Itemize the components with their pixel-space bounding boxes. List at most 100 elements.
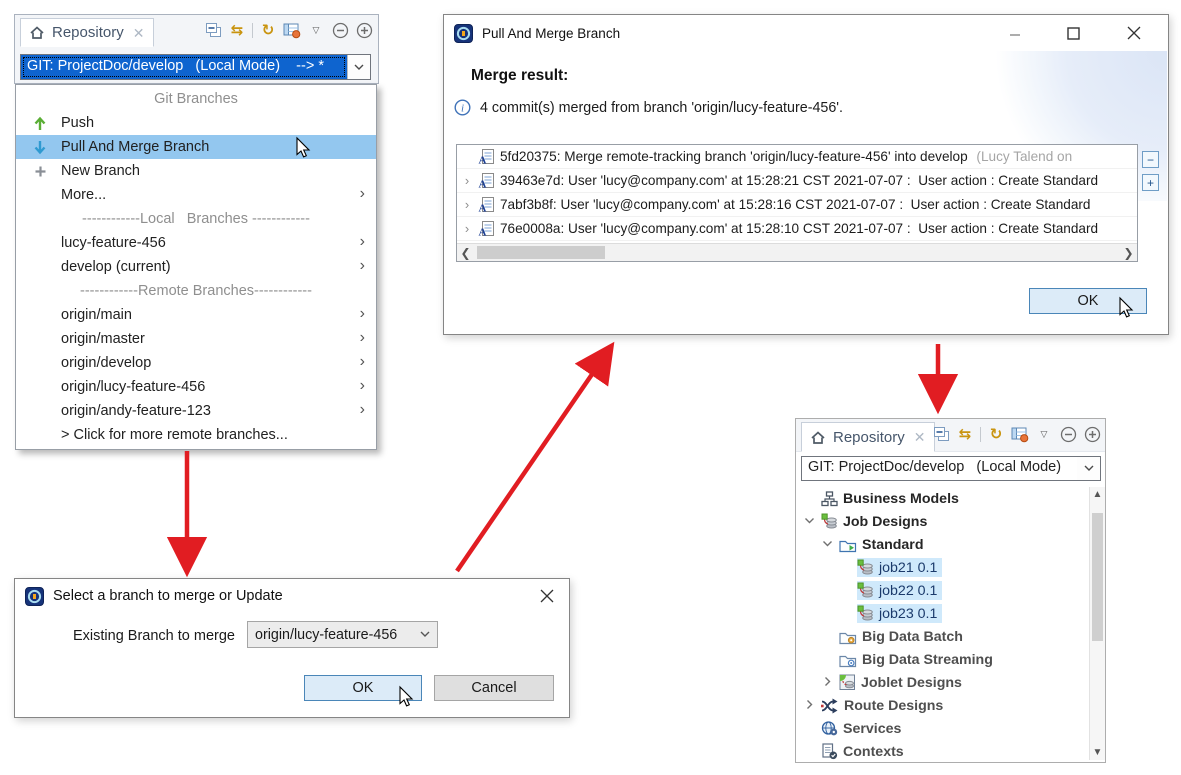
maximize-window-icon[interactable] bbox=[1065, 25, 1081, 41]
tree-item[interactable]: Big Data Batch bbox=[797, 625, 1088, 648]
tree-item[interactable]: Job Designs bbox=[797, 510, 1088, 533]
collapse-all-icon[interactable] bbox=[204, 21, 222, 39]
menu-item[interactable]: lucy-feature-456 › bbox=[16, 231, 376, 255]
menu-item[interactable]: origin/andy-feature-123 › bbox=[16, 399, 376, 423]
expand-chevron-icon[interactable]: › bbox=[461, 197, 473, 212]
tab-label: Repository bbox=[833, 428, 905, 446]
project-branch-combobox[interactable]: GIT: ProjectDoc/develop (Local Mode) -->… bbox=[20, 54, 371, 80]
select-branch-dialog: Select a branch to merge or Update Exist… bbox=[14, 578, 570, 718]
menu-item[interactable]: develop (current) › bbox=[16, 255, 376, 279]
tree-item[interactable]: Route Designs bbox=[797, 694, 1088, 717]
menu-item[interactable]: New Branch bbox=[16, 159, 376, 183]
switch-branch-icon[interactable]: ⇆ bbox=[956, 425, 974, 443]
refresh-icon[interactable]: ↻ bbox=[987, 425, 1005, 443]
tree-item[interactable]: Standard bbox=[797, 533, 1088, 556]
services-icon bbox=[821, 720, 838, 737]
tab-close-icon[interactable]: ✕ bbox=[914, 430, 926, 444]
submenu-chevron-icon: › bbox=[359, 401, 365, 418]
expand-chevron-icon[interactable]: › bbox=[461, 221, 473, 236]
tree-item[interactable]: Big Data Streaming bbox=[797, 648, 1088, 671]
commit-text: 7abf3b8f: User 'lucy@company.com' at 15:… bbox=[500, 197, 1091, 212]
expand-all-button[interactable]: + bbox=[1142, 174, 1159, 191]
menu-item[interactable]: origin/develop › bbox=[16, 351, 376, 375]
merge-info-row: i 4 commit(s) merged from branch 'origin… bbox=[454, 99, 843, 116]
project-branch-combobox[interactable]: GIT: ProjectDoc/develop (Local Mode) bbox=[801, 456, 1101, 481]
menu-item[interactable]: origin/master › bbox=[16, 327, 376, 351]
commit-text: 76e0008a: User 'lucy@company.com' at 15:… bbox=[500, 221, 1099, 236]
tree-item[interactable]: Joblet Designs bbox=[797, 671, 1088, 694]
commit-row[interactable]: A 5fd20375: Merge remote-tracking branch … bbox=[457, 145, 1137, 169]
scrollbar-track[interactable] bbox=[474, 244, 1120, 261]
tree-item-label: job23 0.1 bbox=[879, 605, 938, 622]
collapse-all-icon[interactable] bbox=[932, 425, 950, 443]
menu-item[interactable]: Pull And Merge Branch bbox=[16, 135, 376, 159]
tree-item-content: Big Data Streaming bbox=[839, 651, 998, 669]
chevron-down-icon[interactable] bbox=[347, 55, 370, 79]
tree-item[interactable]: job22 0.1 bbox=[797, 579, 1088, 602]
expand-chevron-icon[interactable] bbox=[821, 675, 834, 688]
submenu-chevron-icon: › bbox=[359, 329, 365, 346]
existing-branch-combobox[interactable]: origin/lucy-feature-456 bbox=[247, 621, 438, 648]
view-menu-icon[interactable]: ▽ bbox=[1035, 425, 1053, 443]
maximize-view-icon[interactable] bbox=[355, 21, 373, 39]
commit-doc-icon: A bbox=[478, 220, 495, 237]
horizontal-scrollbar[interactable]: ❮ ❯ bbox=[457, 243, 1137, 261]
scroll-right-icon[interactable]: ❯ bbox=[1120, 244, 1137, 261]
close-window-icon[interactable] bbox=[1126, 25, 1142, 41]
refresh-icon[interactable]: ↻ bbox=[259, 21, 277, 39]
menu-item[interactable]: More... › bbox=[16, 183, 376, 207]
folder-run-icon bbox=[839, 537, 857, 553]
view-toolbar: ⇆ ↻ ▽ bbox=[204, 21, 373, 39]
commit-row[interactable]: › A 76e0008a: User 'lucy@company.com' at 1… bbox=[457, 217, 1137, 241]
tree-item-content: job23 0.1 bbox=[857, 604, 943, 623]
tab-repository[interactable]: Repository ✕ bbox=[801, 422, 936, 452]
minimize-view-icon[interactable] bbox=[1059, 425, 1077, 443]
scrollbar-thumb[interactable] bbox=[477, 246, 605, 259]
home-icon bbox=[810, 430, 826, 445]
talend-app-icon bbox=[25, 586, 44, 606]
view-menu-icon[interactable]: ▽ bbox=[307, 21, 325, 39]
commit-row[interactable]: › A 7abf3b8f: User 'lucy@company.com' at 1… bbox=[457, 193, 1137, 217]
cancel-button[interactable]: Cancel bbox=[434, 675, 554, 701]
tree-item[interactable]: job21 0.1 bbox=[797, 556, 1088, 579]
tab-repository[interactable]: Repository ✕ bbox=[20, 18, 155, 47]
project-settings-icon[interactable] bbox=[283, 21, 301, 39]
vertical-scrollbar[interactable]: ▲ ▼ bbox=[1089, 487, 1105, 760]
menu-item-label: develop (current) bbox=[61, 259, 171, 275]
menu-item[interactable]: Push bbox=[16, 111, 376, 135]
project-settings-icon[interactable] bbox=[1011, 425, 1029, 443]
job-icon bbox=[857, 605, 874, 622]
minimize-window-icon[interactable] bbox=[1007, 25, 1023, 41]
ok-button[interactable]: OK bbox=[1029, 288, 1147, 314]
switch-branch-icon[interactable]: ⇆ bbox=[228, 21, 246, 39]
dialog-titlebar[interactable]: Select a branch to merge or Update bbox=[15, 579, 569, 613]
expand-chevron-icon[interactable]: › bbox=[461, 173, 473, 188]
ok-button[interactable]: OK bbox=[304, 675, 422, 701]
close-window-icon[interactable] bbox=[539, 588, 555, 604]
merge-result-heading: Merge result: bbox=[471, 67, 569, 84]
scrollbar-thumb[interactable] bbox=[1092, 513, 1103, 641]
collapse-chevron-icon[interactable] bbox=[821, 537, 834, 550]
scroll-up-icon[interactable]: ▲ bbox=[1090, 487, 1105, 502]
dialog-titlebar[interactable]: Pull And Merge Branch bbox=[444, 15, 1168, 51]
tree-item[interactable]: Services bbox=[797, 717, 1088, 740]
commit-row[interactable]: › A 39463e7d: User 'lucy@company.com' at 1… bbox=[457, 169, 1137, 193]
minimize-view-icon[interactable] bbox=[331, 21, 349, 39]
tab-close-icon[interactable]: ✕ bbox=[133, 26, 145, 40]
collapse-chevron-icon[interactable] bbox=[803, 514, 816, 527]
scroll-down-icon[interactable]: ▼ bbox=[1090, 745, 1105, 760]
expand-chevron-icon[interactable] bbox=[803, 698, 816, 711]
plus-icon bbox=[29, 165, 51, 178]
tree-item[interactable]: job23 0.1 bbox=[797, 602, 1088, 625]
menu-item[interactable]: origin/lucy-feature-456 › bbox=[16, 375, 376, 399]
tree-item[interactable]: Contexts bbox=[797, 740, 1088, 760]
collapse-all-button[interactable]: − bbox=[1142, 151, 1159, 168]
menu-item[interactable]: origin/main › bbox=[16, 303, 376, 327]
tree-item-content: Route Designs bbox=[821, 697, 948, 715]
maximize-view-icon[interactable] bbox=[1083, 425, 1101, 443]
menu-item[interactable]: > Click for more remote branches... bbox=[16, 423, 376, 447]
svg-text:A: A bbox=[479, 155, 487, 166]
scroll-left-icon[interactable]: ❮ bbox=[457, 244, 474, 261]
chevron-down-icon[interactable] bbox=[1077, 457, 1100, 480]
tree-item[interactable]: Business Models bbox=[797, 487, 1088, 510]
